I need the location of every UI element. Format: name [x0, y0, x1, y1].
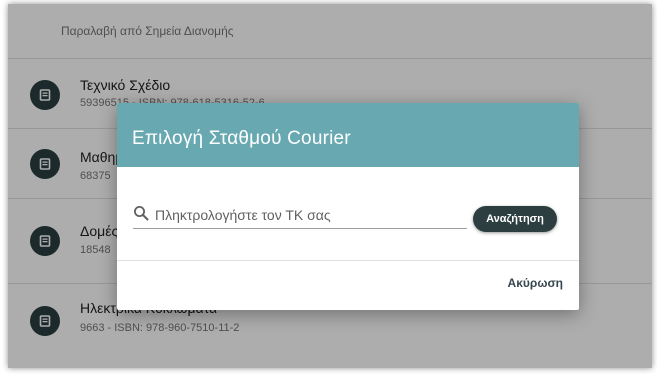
- dialog-actions: Ακύρωση: [117, 261, 579, 310]
- search-button[interactable]: Αναζήτηση: [473, 206, 557, 232]
- postal-code-field[interactable]: [133, 204, 467, 229]
- courier-station-dialog: Επιλογή Σταθμού Courier Αναζήτηση Ακύρωσ…: [117, 103, 579, 310]
- dialog-title: Επιλογή Σταθμού Courier: [132, 128, 351, 149]
- search-row: Αναζήτηση: [117, 167, 579, 260]
- search-icon: [134, 206, 149, 221]
- cancel-button[interactable]: Ακύρωση: [508, 276, 563, 290]
- dialog-header: Επιλογή Σταθμού Courier: [117, 103, 579, 167]
- postal-code-input[interactable]: [155, 204, 460, 226]
- app-window: Παραλαβή από Σημεία Διανομής Τεχνικό Σχέ…: [8, 4, 652, 368]
